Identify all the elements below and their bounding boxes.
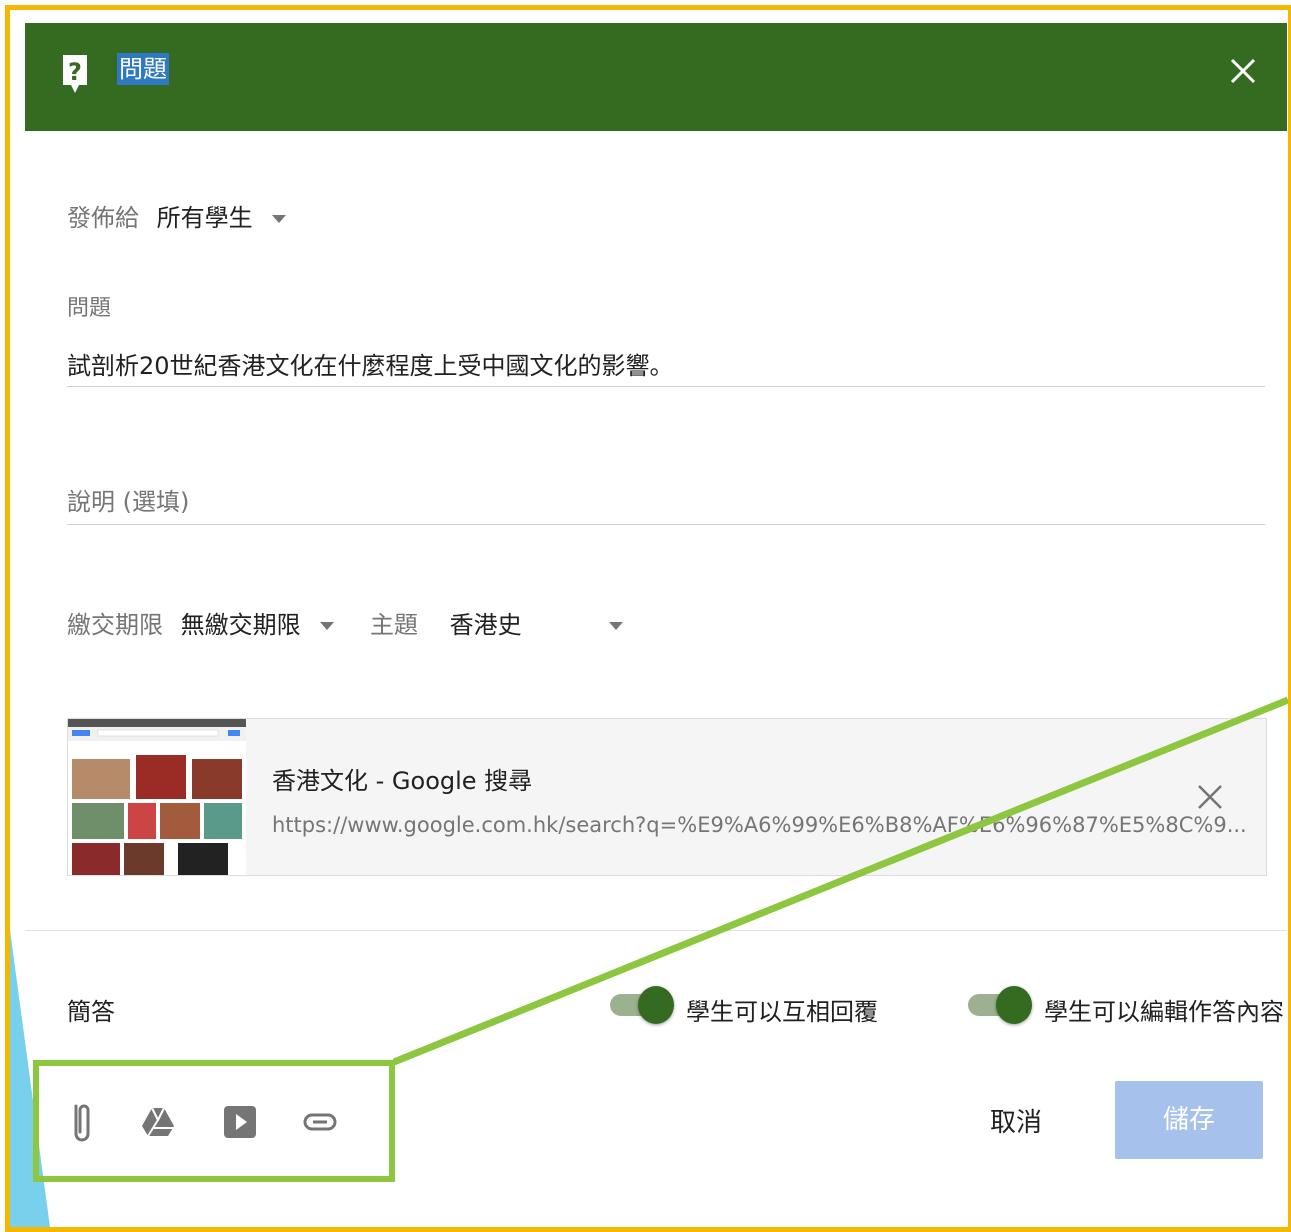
attachment-thumbnail (68, 719, 246, 875)
cancel-button[interactable]: 取消 (990, 1102, 1042, 1139)
question-icon: ? (63, 55, 87, 93)
due-row[interactable]: 繳交期限 無繳交期限 (67, 605, 335, 640)
description-underline (67, 524, 1265, 525)
attachment-card[interactable]: 香港文化 - Google 搜尋 https://www.google.com.… (67, 718, 1267, 876)
assign-label: 發佈給 (67, 204, 139, 232)
topic-row[interactable]: 主題 香港史 (370, 605, 624, 640)
footer-divider (25, 930, 1287, 931)
topic-value[interactable]: 香港史 (450, 611, 522, 639)
dropdown-caret-icon[interactable] (272, 215, 287, 223)
topic-label: 主題 (370, 611, 418, 639)
assign-value[interactable]: 所有學生 (157, 204, 253, 232)
dropdown-caret-icon[interactable] (320, 622, 335, 630)
edit-toggle[interactable] (968, 986, 1032, 1024)
answer-type: 簡答 (67, 998, 115, 1026)
edit-toggle-label: 學生可以編輯作答內容 (1044, 998, 1284, 1026)
question-underline (67, 386, 1265, 387)
close-icon[interactable] (1229, 57, 1257, 85)
dropdown-caret-icon[interactable] (609, 622, 624, 630)
svg-text:?: ? (68, 58, 82, 86)
dialog-frame: ? 問題 發佈給 所有學生 問題 試剖析20世紀香港文化在什麼程度上受中國文化的… (5, 5, 1291, 1232)
remove-attachment-icon[interactable] (1196, 783, 1224, 811)
due-label: 繳交期限 (67, 611, 163, 639)
dialog-title: 問題 (117, 53, 169, 85)
attachment-title[interactable]: 香港文化 - Google 搜尋 (272, 761, 532, 796)
save-button[interactable]: 儲存 (1115, 1081, 1263, 1159)
question-label: 問題 (67, 296, 112, 321)
toolbar-highlight (33, 1060, 395, 1182)
reply-toggle[interactable] (610, 986, 674, 1024)
reply-toggle-label: 學生可以互相回覆 (686, 998, 878, 1026)
dialog-header: ? 問題 (25, 23, 1287, 131)
attachment-url[interactable]: https://www.google.com.hk/search?q=%E9%A… (272, 813, 1247, 837)
question-input[interactable]: 試剖析20世紀香港文化在什麼程度上受中國文化的影響。 (67, 346, 674, 381)
assign-row[interactable]: 發佈給 所有學生 (67, 198, 287, 233)
description-input[interactable]: 說明 (選填) (67, 482, 189, 517)
due-value[interactable]: 無繳交期限 (181, 611, 301, 639)
